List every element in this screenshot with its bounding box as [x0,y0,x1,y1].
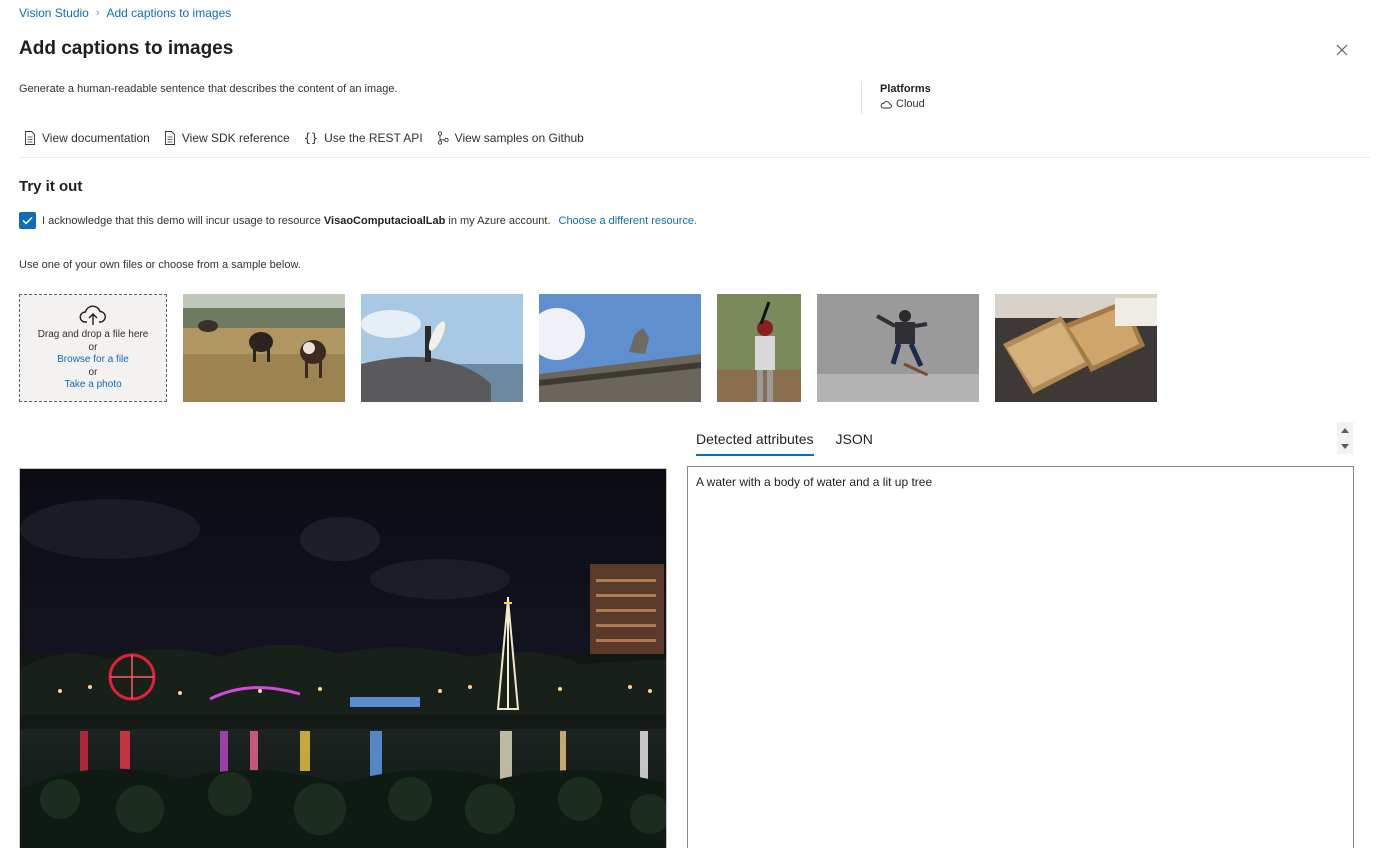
branch-icon [437,131,449,145]
file-upload-dropzone[interactable]: Drag and drop a file here or Browse for … [19,294,167,402]
caret-up-icon [1341,427,1349,433]
view-sdk-reference-link[interactable]: View SDK reference [164,131,290,145]
resource-links: View documentation View SDK reference {}… [24,131,584,145]
tab-detected-attributes[interactable]: Detected attributes [696,431,814,456]
take-photo-link[interactable]: Take a photo [64,379,121,392]
view-documentation-link[interactable]: View documentation [24,131,150,145]
close-icon[interactable] [1334,42,1350,58]
view-samples-github-label: View samples on Github [454,131,584,145]
platforms-value: Cloud [880,98,931,110]
acknowledge-suffix: in my Azure account. [448,214,551,227]
view-sdk-reference-label: View SDK reference [181,131,290,145]
cloud-upload-icon [79,305,106,325]
breadcrumb-vision-studio[interactable]: Vision Studio [19,6,89,20]
sample-image-baseball[interactable] [717,294,801,402]
scroll-up-button[interactable] [1337,422,1353,438]
or-text: or [88,341,98,353]
platform-cloud-label: Cloud [896,98,925,110]
acknowledge-row: I acknowledge that this demo will incur … [19,212,697,229]
view-documentation-label: View documentation [42,131,150,145]
document-icon [25,131,35,145]
braces-icon: {} [303,131,319,145]
page-description: Generate a human-readable sentence that … [19,83,398,95]
or-text: or [88,366,98,378]
tab-json[interactable]: JSON [836,431,873,456]
use-rest-api-label: Use the REST API [324,131,423,145]
sample-image-surfer[interactable] [361,294,523,402]
platforms-title: Platforms [880,83,931,95]
try-it-out-title: Try it out [19,178,83,195]
acknowledge-text: I acknowledge that this demo will incur … [42,214,321,227]
scroll-down-button[interactable] [1337,438,1353,454]
breadcrumb-current[interactable]: Add captions to images [107,6,232,20]
browse-file-link[interactable]: Browse for a file [57,354,129,367]
sample-image-cows[interactable] [183,294,345,402]
analyzed-image-preview [19,468,667,848]
section-divider [19,157,1370,158]
sample-instructions: Use one of your own files or choose from… [19,259,301,271]
sample-image-building[interactable] [539,294,701,402]
drag-drop-text: Drag and drop a file here [37,329,149,340]
resource-name: VisaoComputacioalLab [323,214,446,227]
result-tabs: Detected attributes JSON [696,431,873,456]
choose-resource-link[interactable]: Choose a different resource. [559,215,698,227]
sample-image-skateboarder[interactable] [817,294,979,402]
caption-result: A water with a body of water and a lit u… [696,475,933,489]
use-rest-api-link[interactable]: {} Use the REST API [304,131,423,145]
caret-down-icon [1341,443,1349,449]
document-icon [164,131,175,145]
breadcrumb-separator-icon: › [95,7,100,19]
sample-image-sandwich[interactable] [995,294,1157,402]
detected-attributes-panel: A water with a body of water and a lit u… [687,466,1354,848]
vertical-divider [861,82,862,114]
platforms-info: Platforms Cloud [880,83,931,110]
breadcrumb: Vision Studio › Add captions to images [19,6,231,20]
view-samples-github-link[interactable]: View samples on Github [437,131,584,145]
acknowledge-checkbox[interactable] [19,212,36,229]
page-title: Add captions to images [19,38,234,59]
checkmark-icon [22,216,33,225]
cloud-icon [880,100,892,108]
